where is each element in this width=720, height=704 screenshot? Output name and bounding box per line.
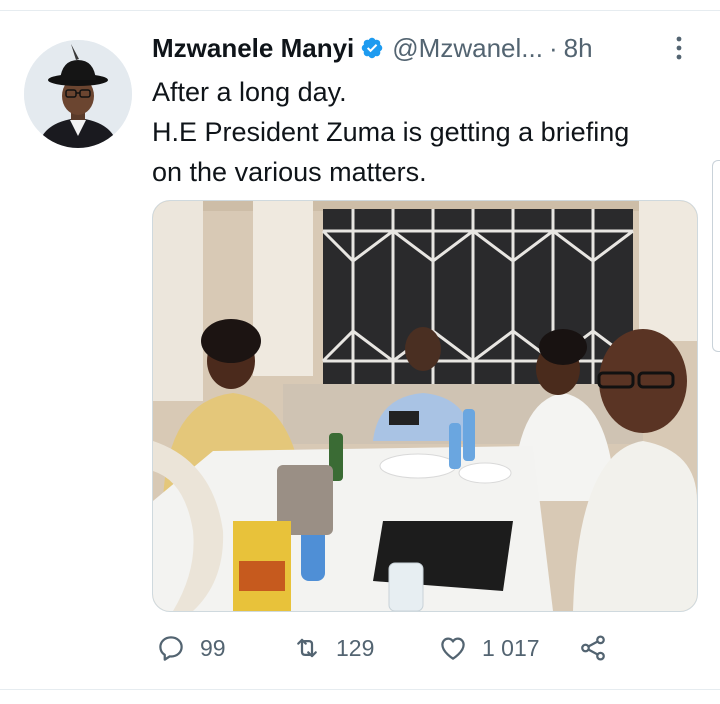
tweet-text: After a long day. H.E President Zuma is … bbox=[152, 72, 702, 192]
reply-count: 99 bbox=[200, 634, 226, 661]
user-handle[interactable]: @Mzwanel... bbox=[392, 33, 543, 64]
like-button[interactable]: 1 017 bbox=[438, 628, 540, 668]
tweet-photo[interactable] bbox=[152, 200, 698, 612]
reply-icon bbox=[159, 636, 183, 661]
retweet-icon bbox=[297, 638, 317, 658]
reply-button[interactable]: 99 bbox=[156, 628, 226, 668]
retweet-count: 129 bbox=[336, 634, 375, 661]
tweet-actions: 99 129 1 017 bbox=[152, 628, 622, 668]
share-button[interactable] bbox=[578, 628, 622, 668]
verified-badge-icon bbox=[362, 37, 383, 59]
display-name[interactable]: Mzwanele Manyi bbox=[152, 33, 354, 64]
avatar[interactable] bbox=[24, 40, 132, 148]
tweet-header: Mzwanele Manyi @Mzwanel... · 8h bbox=[152, 30, 593, 66]
timestamp[interactable]: 8h bbox=[564, 33, 593, 64]
side-scroll-tab[interactable] bbox=[712, 160, 720, 352]
header-separator: · bbox=[548, 32, 558, 63]
like-count: 1 017 bbox=[482, 634, 540, 661]
share-icon bbox=[581, 635, 605, 661]
top-divider bbox=[0, 10, 720, 11]
retweet-button[interactable]: 129 bbox=[292, 628, 374, 668]
more-vertical-icon[interactable] bbox=[672, 34, 686, 62]
bottom-divider bbox=[0, 689, 720, 690]
tweet-text-line: After a long day. bbox=[152, 77, 347, 107]
heart-icon bbox=[441, 637, 465, 660]
tweet-text-line: H.E President Zuma is getting a briefing bbox=[152, 117, 630, 147]
tweet-text-line: on the various matters. bbox=[152, 157, 427, 187]
